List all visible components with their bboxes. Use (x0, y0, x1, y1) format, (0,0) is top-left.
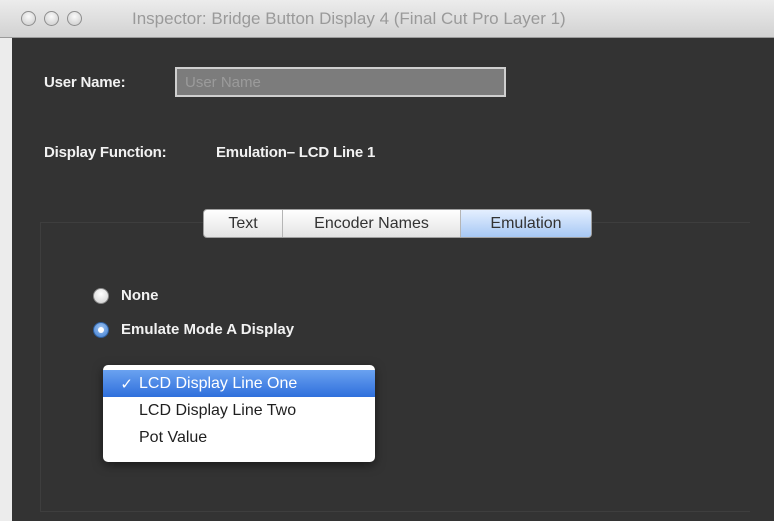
checkmark-icon: ✓ (120, 375, 133, 393)
radio-none-button[interactable] (93, 287, 109, 304)
menu-item-label: LCD Display Line Two (139, 401, 297, 419)
menu-item-pot-value[interactable]: Pot Value (103, 424, 375, 451)
lcd-line-dropdown-menu: ✓ LCD Display Line One LCD Display Line … (103, 365, 375, 462)
window-title: Inspector: Bridge Button Display 4 (Fina… (132, 9, 566, 28)
radio-none-label: None (121, 287, 159, 304)
radio-none-option[interactable]: None (93, 287, 159, 304)
menu-item-label: LCD Display Line One (139, 374, 298, 392)
mode-tab-control: Text Encoder Names Emulation (203, 209, 592, 238)
radio-emulate-button[interactable] (93, 321, 109, 338)
window-left-edge (0, 38, 12, 521)
display-function-value: Emulation– LCD Line 1 (216, 144, 376, 161)
user-name-label: User Name: (44, 74, 126, 91)
menu-item-lcd-line-two[interactable]: LCD Display Line Two (103, 397, 375, 424)
menu-item-label: Pot Value (139, 428, 208, 446)
radio-emulate-option[interactable]: Emulate Mode A Display (93, 321, 294, 338)
close-window-button[interactable] (21, 11, 36, 26)
tab-emulation[interactable]: Emulation (461, 210, 591, 237)
display-function-label: Display Function: (44, 144, 167, 161)
menu-item-lcd-line-one[interactable]: ✓ LCD Display Line One (103, 370, 375, 397)
tab-encoder-names[interactable]: Encoder Names (283, 210, 461, 237)
title-bar: Inspector: Bridge Button Display 4 (Fina… (0, 0, 774, 38)
tab-text[interactable]: Text (204, 210, 283, 237)
zoom-window-button[interactable] (67, 11, 82, 26)
inspector-window: Inspector: Bridge Button Display 4 (Fina… (0, 0, 774, 521)
radio-emulate-label: Emulate Mode A Display (121, 321, 295, 338)
minimize-window-button[interactable] (44, 11, 59, 26)
user-name-input[interactable] (175, 67, 506, 97)
